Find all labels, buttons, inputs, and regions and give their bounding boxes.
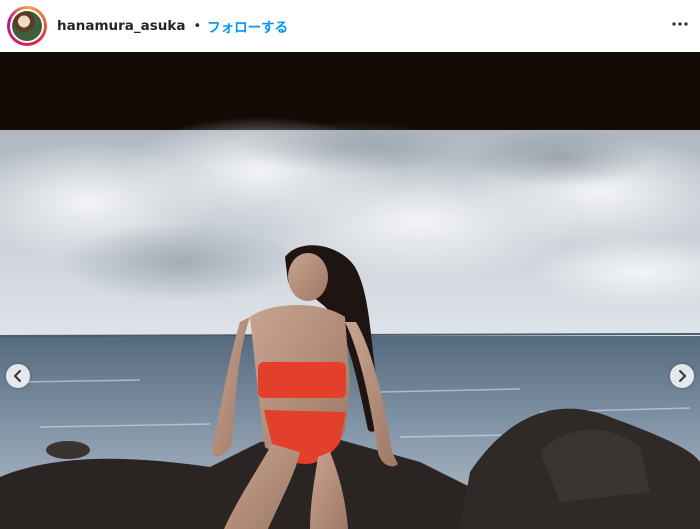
avatar-story-ring[interactable] [7, 6, 47, 46]
chevron-right-icon [679, 370, 686, 382]
avatar[interactable] [10, 9, 44, 43]
follow-button[interactable]: フォローする [207, 16, 288, 36]
username-link[interactable]: hanamura_asuka [57, 18, 185, 34]
more-options-icon[interactable] [668, 12, 692, 36]
separator-dot: • [193, 18, 202, 34]
photo-illustration [0, 52, 700, 529]
post-header: hanamura_asuka • フォローする [0, 0, 700, 52]
carousel-prev-button[interactable] [6, 364, 30, 388]
chevron-left-icon [14, 370, 21, 382]
post-photo[interactable] [0, 52, 700, 529]
carousel-next-button[interactable] [670, 364, 694, 388]
